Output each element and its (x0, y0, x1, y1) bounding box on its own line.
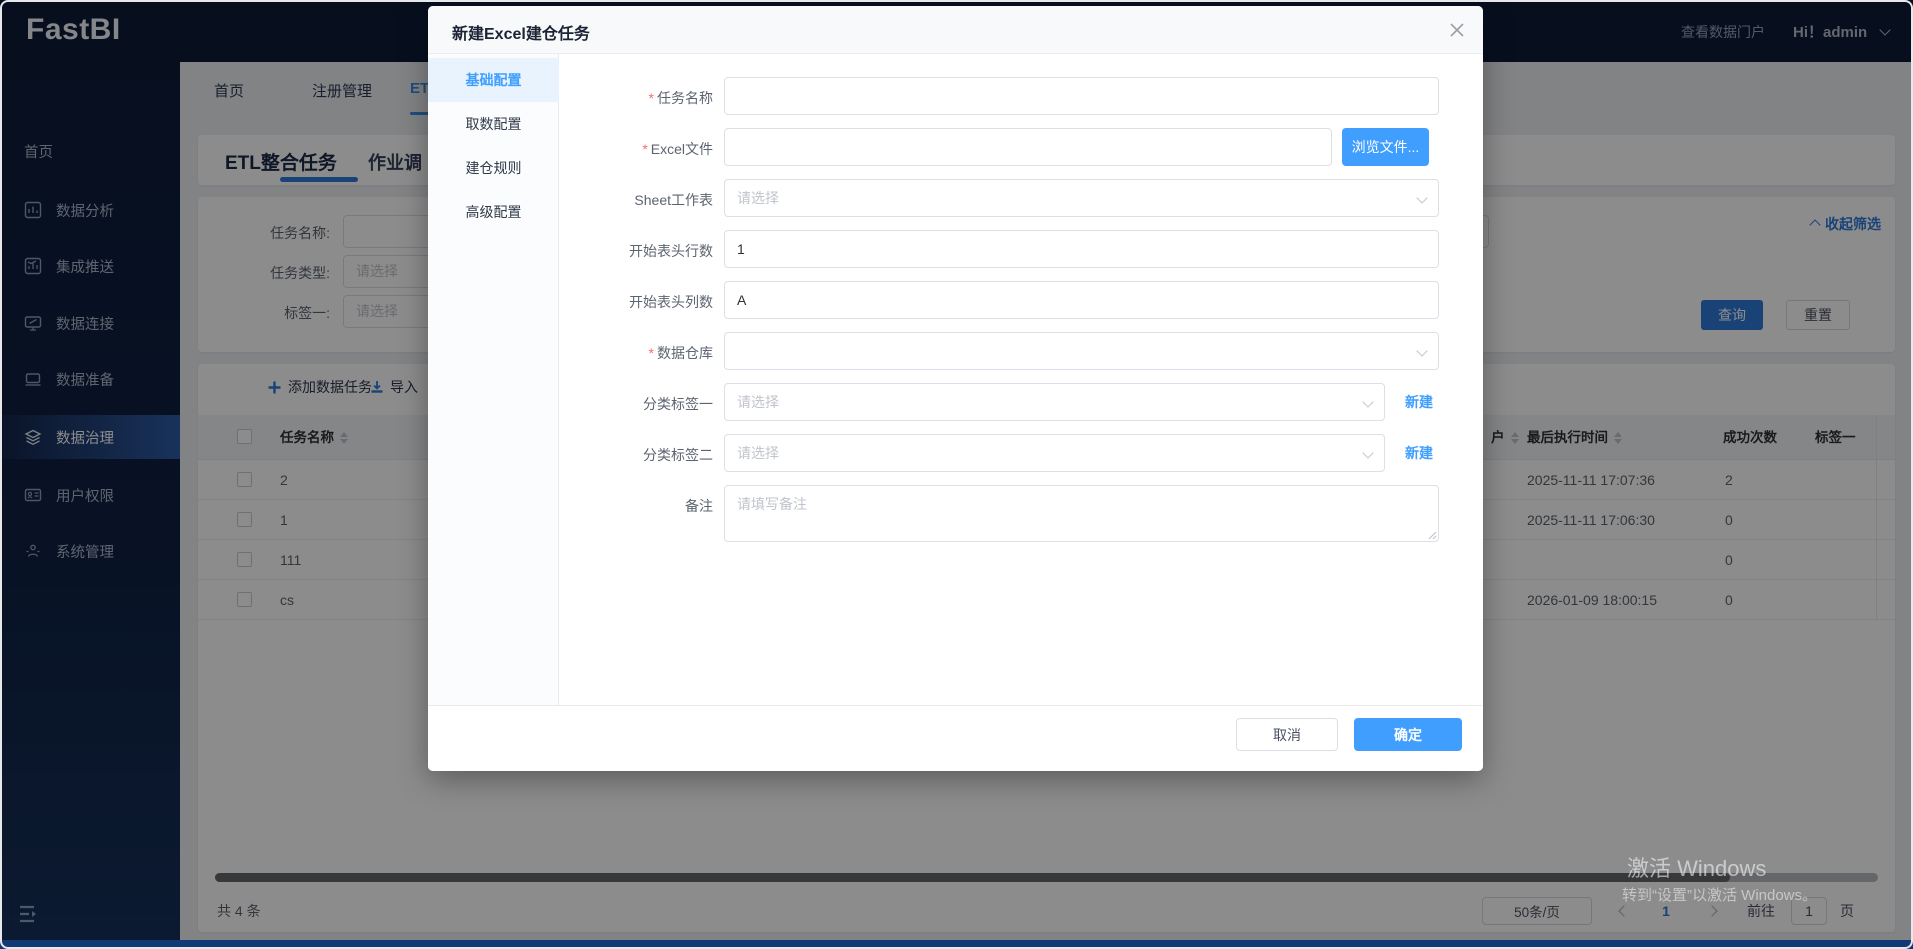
task-name-field[interactable] (724, 77, 1439, 115)
dialog-title: 新建Excel建仓任务 (452, 26, 590, 43)
header-row-input[interactable] (724, 230, 1439, 268)
dialog-tab-fetch-config[interactable]: 取数配置 (428, 102, 559, 146)
required-mark: * (648, 90, 654, 106)
field-label-header-col: 开始表头列数 (629, 294, 713, 310)
sheet-select-input[interactable] (724, 179, 1439, 217)
close-icon[interactable] (1447, 20, 1467, 40)
field-label-sheet: Sheet工作表 (634, 192, 713, 208)
dialog-header: 新建Excel建仓任务 (428, 6, 1483, 54)
header-row-field[interactable] (724, 230, 1439, 268)
field-label-warehouse: * 数据仓库 (648, 345, 713, 361)
tag2-select[interactable] (724, 434, 1385, 472)
warehouse-select-input[interactable] (724, 332, 1439, 370)
dialog-tab-column: 基础配置 取数配置 建仓规则 高级配置 (428, 54, 559, 705)
cancel-button[interactable]: 取消 (1236, 718, 1338, 751)
browse-file-button[interactable]: 浏览文件... (1342, 128, 1429, 166)
field-label-tag2: 分类标签二 (643, 447, 713, 463)
required-mark: * (648, 345, 654, 361)
tag1-select-input[interactable] (724, 383, 1385, 421)
dialog-tab-advanced-config[interactable]: 高级配置 (428, 190, 559, 234)
header-col-input[interactable] (724, 281, 1439, 319)
remark-field[interactable] (724, 485, 1439, 542)
warehouse-select[interactable] (724, 332, 1439, 370)
field-label-excel-file: * Excel文件 (642, 141, 713, 157)
windows-activation-watermark: 激活 Windows (1627, 856, 1767, 881)
tag1-select[interactable] (724, 383, 1385, 421)
dialog-tab-warehouse-rules[interactable]: 建仓规则 (428, 146, 559, 190)
field-label-task-name: * 任务名称 (648, 90, 713, 106)
field-label-header-row: 开始表头行数 (629, 243, 713, 259)
excel-file-input[interactable] (724, 128, 1332, 166)
confirm-button[interactable]: 确定 (1354, 718, 1462, 751)
resize-grip-icon[interactable] (1426, 529, 1437, 540)
task-name-input[interactable] (724, 77, 1439, 115)
windows-activation-hint: 转到“设置”以激活 Windows。 (1622, 887, 1818, 904)
new-tag1-link[interactable]: 新建 (1405, 383, 1433, 421)
tag2-select-input[interactable] (724, 434, 1385, 472)
dialog-tab-basic-config[interactable]: 基础配置 (428, 58, 559, 102)
field-label-remark: 备注 (685, 498, 713, 514)
new-tag2-link[interactable]: 新建 (1405, 434, 1433, 472)
excel-file-field[interactable] (724, 128, 1332, 166)
new-excel-task-dialog: 新建Excel建仓任务 基础配置 取数配置 建仓规则 高级配置 * 任务名称 * E… (428, 6, 1483, 771)
application-window: FastBI 查看数据门户 Hi！admin 首页 数据分析 集成推送 数据连接… (0, 0, 1913, 949)
remark-textarea[interactable] (724, 485, 1439, 542)
field-label-tag1: 分类标签一 (643, 396, 713, 412)
dialog-footer: 取消 确定 (428, 705, 1483, 771)
required-mark: * (642, 141, 648, 157)
header-col-field[interactable] (724, 281, 1439, 319)
sheet-select[interactable] (724, 179, 1439, 217)
